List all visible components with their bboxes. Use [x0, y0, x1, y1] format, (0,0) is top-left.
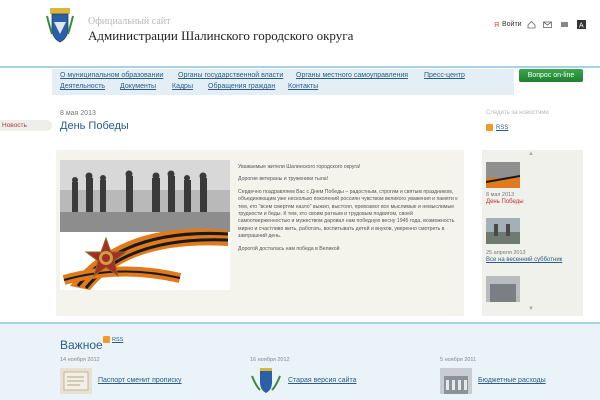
svg-text:Я: Я [494, 22, 499, 28]
nav-item-activity[interactable]: Деятельность [60, 83, 105, 90]
article-title[interactable]: День Победы [60, 120, 129, 132]
accessibility-icon[interactable]: A [577, 20, 586, 29]
login-label: Войти [502, 21, 522, 28]
nav-item-municipality[interactable]: О муниципальном образовании [60, 72, 163, 79]
chevron-down-icon[interactable]: ▼ [528, 306, 534, 312]
important-date: 5 ноября 2011 [440, 357, 477, 363]
article-paragraph: Сердечно поздравляем Вас с Днем Победы –… [238, 188, 458, 240]
sidebar-rss-label: RSS [496, 124, 509, 131]
important-link[interactable]: Бюджетные расходы [478, 377, 546, 384]
article-paragraph: Дорогие ветераны и труженики тыла! [238, 176, 329, 183]
site-header: Официальный сайт Администрации Шалинског… [0, 0, 600, 66]
news-date: 25 апреля 2013 [486, 250, 526, 256]
important-date: 16 ноября 2012 [250, 357, 290, 363]
passport-thumbnail[interactable] [60, 368, 92, 394]
news-thumbnail[interactable] [486, 276, 520, 302]
article-body: Уважаемые жители Шалинского городского о… [238, 164, 458, 258]
important-link[interactable]: Старая версия сайта [288, 377, 357, 384]
nav-item-contacts[interactable]: Контакты [288, 83, 318, 90]
site-subtitle: Официальный сайт [88, 16, 171, 27]
svg-text:A: A [579, 23, 584, 30]
nav-item-documents[interactable]: Документы [120, 83, 156, 90]
article-paragraph: Уважаемые жители Шалинского городского о… [238, 164, 361, 170]
important-date: 14 ноября 2012 [60, 357, 100, 363]
news-carousel: ▲ 8 мая 2013 День Победы 25 апреля 2013 … [482, 150, 583, 316]
sidebar-rss-link[interactable]: RSS [486, 124, 508, 131]
rss-icon [486, 124, 493, 131]
home-icon[interactable] [527, 20, 536, 29]
important-heading: Важное [60, 338, 103, 352]
coat-of-arms-logo[interactable] [44, 4, 76, 44]
login-link[interactable]: Я Войти [494, 21, 522, 28]
online-question-button[interactable]: Вопрос on-line [519, 69, 583, 82]
yandex-icon: Я [494, 22, 499, 28]
news-date: 8 мая 2013 [486, 192, 515, 198]
budget-thumbnail[interactable] [440, 368, 472, 394]
important-rss-label: RSS [112, 336, 124, 343]
header-divider [0, 66, 600, 68]
news-thumbnail[interactable] [486, 162, 520, 188]
follow-news-label: Следить за новостями [486, 110, 549, 116]
site-title[interactable]: Администрации Шалинского городского окру… [88, 28, 353, 44]
main-nav: О муниципальном образовании Органы госуд… [52, 69, 514, 95]
important-link[interactable]: Паспорт сменит прописку [98, 377, 182, 384]
nav-item-personnel[interactable]: Кадры [172, 83, 193, 90]
victory-day-image [60, 160, 230, 290]
chevron-up-icon[interactable]: ▲ [528, 151, 534, 157]
old-site-thumbnail[interactable] [250, 368, 282, 394]
article-date: 8 мая 2013 [60, 110, 96, 117]
news-title[interactable]: День Победы [486, 199, 524, 205]
nav-item-local-government[interactable]: Органы местного самоуправления [296, 72, 408, 79]
rss-icon [103, 336, 110, 343]
nav-item-press-center[interactable]: Пресс-центр [424, 72, 465, 79]
mail-icon[interactable] [543, 20, 552, 29]
nav-item-citizen-appeals[interactable]: Обращения граждан [208, 83, 275, 90]
nav-item-state-authorities[interactable]: Органы государственной власти [178, 72, 283, 79]
category-tag: Новость [0, 120, 52, 131]
news-title[interactable]: Все на весенний субботник [486, 257, 562, 263]
article-paragraph: Дорогой досталась нам победа в Великой [238, 245, 340, 252]
important-rss-link[interactable]: RSS [103, 336, 123, 343]
news-thumbnail[interactable] [486, 218, 520, 244]
article-panel: Уважаемые жители Шалинского городского о… [56, 150, 464, 316]
sitemap-icon[interactable] [560, 20, 569, 29]
